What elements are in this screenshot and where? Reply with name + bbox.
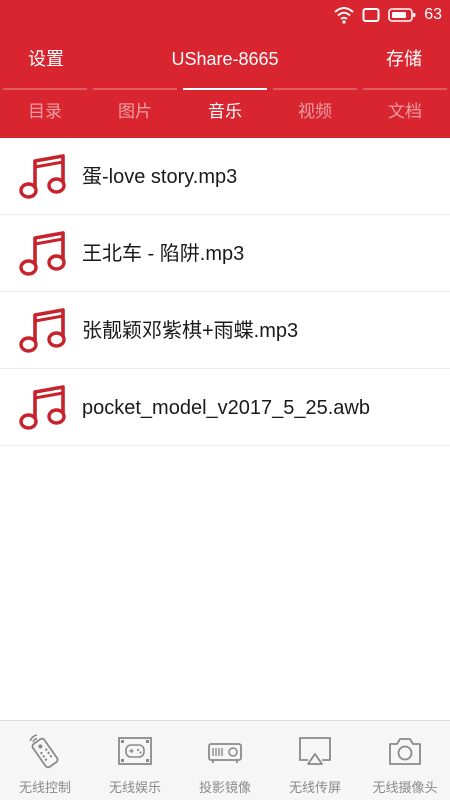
file-name: 张靓颖邓紫棋+雨蝶.mp3	[82, 320, 299, 342]
music-note-icon	[19, 385, 66, 430]
nav-wireless-screen-cast[interactable]: 无线传屏	[270, 721, 360, 800]
list-item[interactable]: pocket_model_v2017_5_25.awb	[0, 369, 450, 446]
battery-icon	[388, 8, 416, 22]
list-item[interactable]: 张靓颖邓紫棋+雨蝶.mp3	[0, 292, 450, 369]
tab-music[interactable]: 音乐	[180, 88, 270, 138]
battery-level: 63	[424, 6, 442, 23]
nav-wireless-control[interactable]: 无线控制	[0, 721, 90, 800]
nav-wireless-camera[interactable]: 无线摄像头	[360, 721, 450, 800]
category-tabs: 目录 图片 音乐 视频 文档	[0, 88, 450, 138]
nav-wireless-entertainment[interactable]: 无线娱乐	[90, 721, 180, 800]
nav-label: 无线控制	[18, 780, 71, 795]
screen-share-icon	[362, 8, 380, 22]
camera-icon	[389, 738, 421, 765]
file-name: 王北车 - 陷阱.mp3	[82, 243, 245, 265]
status-icons: 63	[334, 4, 442, 26]
tab-pictures[interactable]: 图片	[90, 88, 180, 138]
device-title-text: UShare-8665	[171, 49, 279, 69]
bottom-navigation: 无线控制 无线娱乐 投影镜像 无线传屏 无线摄像头	[0, 720, 450, 800]
nav-label: 无线摄像头	[372, 780, 438, 795]
nav-label: 无线娱乐	[108, 780, 161, 795]
file-name: pocket_model_v2017_5_25.awb	[82, 397, 370, 419]
settings-button[interactable]: 设置	[28, 30, 64, 88]
status-bar: 63	[0, 0, 450, 30]
music-note-icon	[19, 154, 66, 199]
device-title[interactable]: UShare-8665	[0, 30, 450, 88]
list-item[interactable]: 蛋-love story.mp3	[0, 138, 450, 215]
list-item[interactable]: 王北车 - 陷阱.mp3	[0, 215, 450, 292]
airplay-icon	[299, 737, 331, 765]
tab-documents[interactable]: 文档	[360, 88, 450, 138]
tab-directory[interactable]: 目录	[0, 88, 90, 138]
app-header: UShare-8665 设置 存储	[0, 30, 450, 88]
music-note-icon	[19, 231, 66, 276]
music-note-icon	[19, 308, 66, 353]
projector-icon	[208, 743, 242, 763]
nav-label: 投影镜像	[198, 780, 251, 795]
tab-video[interactable]: 视频	[270, 88, 360, 138]
nav-projection-mirror[interactable]: 投影镜像	[180, 721, 270, 800]
file-name: 蛋-love story.mp3	[82, 166, 238, 188]
nav-label: 无线传屏	[288, 780, 341, 795]
wifi-icon	[334, 7, 354, 24]
gamepad-film-icon	[118, 737, 152, 765]
music-file-list: 蛋-love story.mp3 王北车 - 陷阱.mp3 张靓颖邓紫棋+雨蝶.…	[0, 138, 450, 446]
remote-control-icon	[29, 734, 59, 769]
storage-button[interactable]: 存储	[386, 30, 422, 88]
